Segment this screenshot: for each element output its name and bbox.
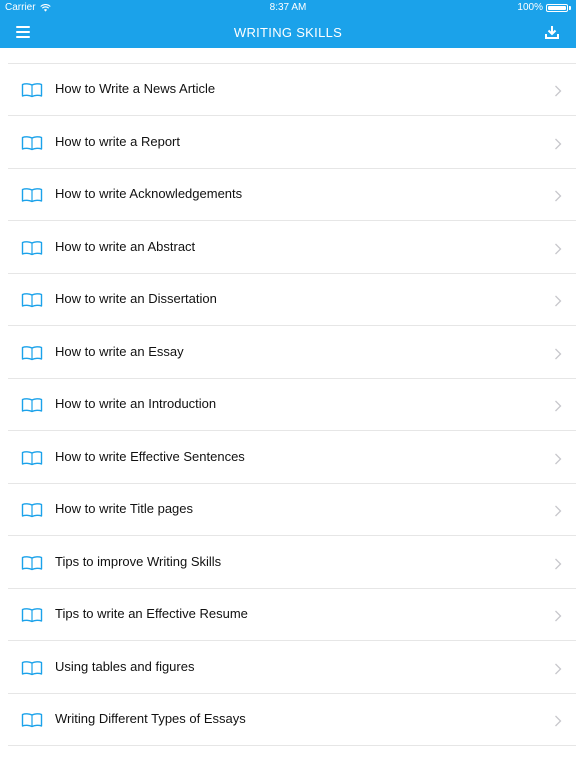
download-icon bbox=[545, 26, 559, 39]
chevron-right-icon bbox=[554, 347, 562, 359]
chevron-right-icon bbox=[554, 714, 562, 727]
list-item-label: How to write an Introduction bbox=[55, 396, 217, 411]
book-icon bbox=[21, 292, 43, 308]
book-icon bbox=[21, 345, 43, 361]
status-time: 8:37 AM bbox=[269, 2, 307, 13]
status-bar: Carrier 8:37 AM 100% bbox=[0, 0, 576, 16]
book-icon bbox=[21, 240, 43, 256]
list-item-label: How to write Effective Sentences bbox=[55, 448, 245, 464]
list-item[interactable]: How to write a Report bbox=[0, 117, 576, 169]
list-item-label: How to write an Dissertation bbox=[55, 291, 217, 306]
book-icon bbox=[21, 555, 43, 571]
list-item-label: How to write a Report bbox=[55, 133, 180, 149]
list-item-label: How to write an Abstract bbox=[55, 238, 196, 254]
chevron-right-icon bbox=[554, 189, 562, 202]
battery-icon bbox=[546, 3, 568, 12]
list-item[interactable]: How to write an Dissertation bbox=[0, 274, 576, 326]
list-item[interactable]: How to write Title pages bbox=[0, 484, 576, 536]
list-item-label: Tips to improve Writing Skills bbox=[55, 553, 222, 569]
list-item[interactable]: Using tables and figures bbox=[0, 642, 576, 694]
book-icon bbox=[21, 187, 43, 203]
list-item[interactable]: Tips to write an Effective Resume bbox=[0, 589, 576, 641]
list-item[interactable]: How to write an Abstract bbox=[0, 222, 576, 274]
book-icon bbox=[21, 397, 43, 413]
list-item-label: Using tables and figures bbox=[55, 658, 195, 674]
list-item[interactable]: Tips to improve Writing Skills bbox=[0, 537, 576, 589]
chevron-right-icon bbox=[554, 662, 562, 674]
list-item-label: How to write Acknowledgements bbox=[55, 186, 243, 201]
battery-tip bbox=[569, 5, 571, 10]
book-icon bbox=[21, 660, 43, 676]
download-button[interactable] bbox=[544, 24, 560, 40]
topic-list: How to Write a News Article How to write … bbox=[0, 48, 576, 768]
chevron-right-icon bbox=[554, 504, 562, 517]
book-icon bbox=[21, 135, 43, 151]
chevron-right-icon bbox=[554, 399, 562, 412]
list-item[interactable]: How to write Acknowledgements bbox=[0, 169, 576, 221]
list-item-label: How to write an Essay bbox=[55, 343, 184, 359]
chevron-right-icon bbox=[554, 452, 562, 464]
list-item-label: How to Write a News Article bbox=[55, 81, 216, 96]
battery-indicator: 100% bbox=[517, 2, 571, 13]
book-icon bbox=[21, 82, 43, 98]
chevron-right-icon bbox=[554, 137, 562, 149]
chevron-right-icon bbox=[554, 609, 562, 622]
list-item[interactable]: Writing Different Types of Essays bbox=[0, 694, 576, 746]
book-icon bbox=[21, 450, 43, 466]
page-title: WRITING SKILLS bbox=[233, 25, 343, 40]
list-item[interactable]: How to write an Essay bbox=[0, 327, 576, 379]
list-item-label: Writing Different Types of Essays bbox=[55, 711, 246, 726]
list-item[interactable]: How to write Effective Sentences bbox=[0, 432, 576, 484]
chevron-right-icon bbox=[554, 294, 562, 307]
navigation-bar: WRITING SKILLS bbox=[0, 16, 576, 48]
battery-percent: 100% bbox=[517, 2, 543, 13]
list-item[interactable]: How to write an Introduction bbox=[0, 379, 576, 431]
chevron-right-icon bbox=[554, 557, 562, 569]
book-icon bbox=[21, 607, 43, 623]
chevron-right-icon bbox=[554, 84, 562, 97]
book-icon bbox=[21, 712, 43, 728]
book-icon bbox=[21, 502, 43, 518]
list-item[interactable]: How to Write a News Article bbox=[0, 64, 576, 116]
row-divider bbox=[8, 745, 576, 746]
chevron-right-icon bbox=[554, 242, 562, 254]
list-item-label: How to write Title pages bbox=[55, 501, 194, 516]
list-item-label: Tips to write an Effective Resume bbox=[55, 606, 248, 621]
